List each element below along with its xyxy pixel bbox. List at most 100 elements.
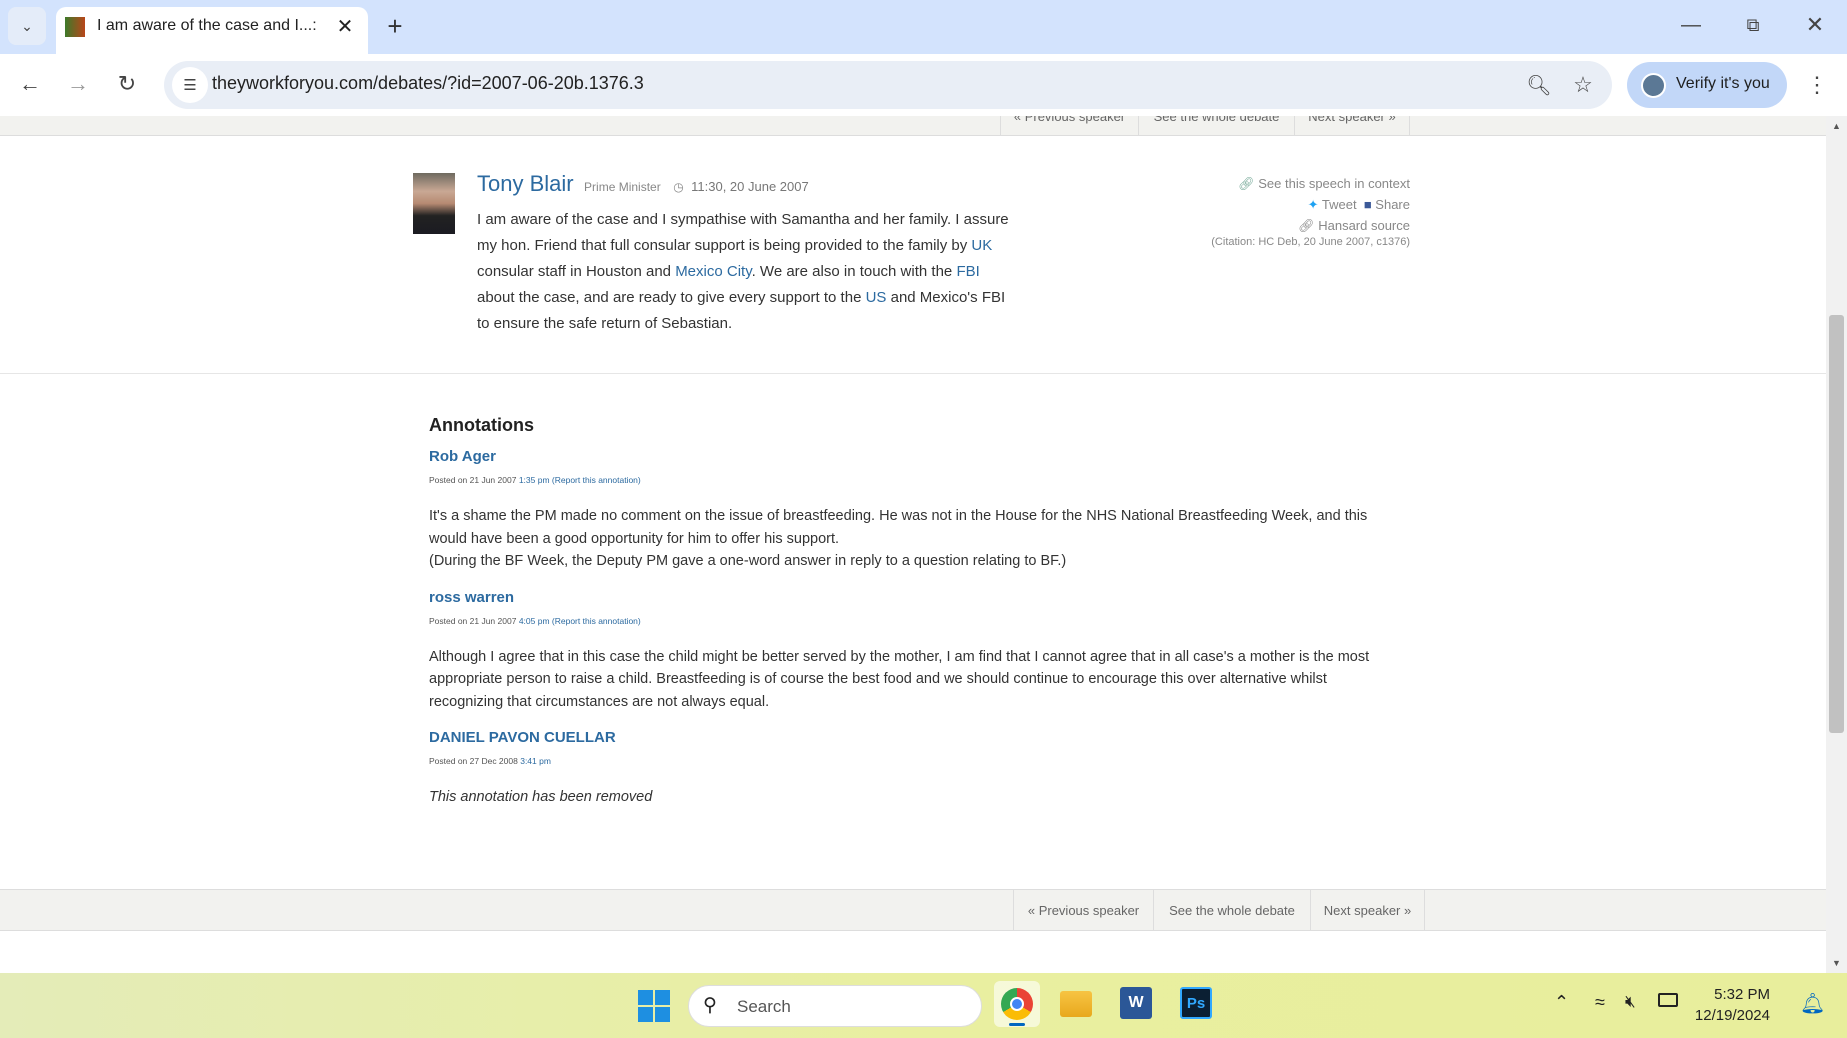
speaker-name-link[interactable]: Tony Blair — [477, 171, 574, 196]
chrome-taskbar-icon[interactable] — [994, 981, 1040, 1027]
next-speaker-link-top[interactable]: Next speaker » — [1294, 116, 1410, 135]
speech-actions: 🔗︎ See this speech in context ✦ Tweet ■ … — [1100, 173, 1410, 249]
verify-label: Verify it's you — [1676, 75, 1770, 92]
annotation-paragraph: This annotation has been removed — [429, 789, 653, 805]
show-hidden-icons-icon[interactable]: ⌃ — [1554, 992, 1569, 1013]
annotation-meta: Posted on 27 Dec 2008 3:41 pm — [429, 756, 1389, 766]
tweet-link[interactable]: Tweet — [1322, 197, 1357, 212]
wifi-icon[interactable]: ≈ — [1595, 992, 1605, 1013]
speech-text: I am aware of the case and I sympathise … — [477, 207, 1015, 337]
annotation-text: It's a shame the PM made no comment on t… — [429, 505, 1389, 573]
speaker-position: Prime Minister — [584, 180, 661, 194]
url-text[interactable]: theyworkforyou.com/debates/?id=2007-06-2… — [212, 73, 644, 94]
prev-speaker-link[interactable]: « Previous speaker — [1013, 890, 1153, 930]
taskbar-search[interactable]: ⚲ Search — [688, 985, 982, 1027]
speaker-photo[interactable] — [413, 173, 455, 234]
active-tab[interactable]: I am aware of the case and I...: 2 ✕ — [56, 7, 368, 54]
verify-button[interactable]: Verify it's you — [1627, 62, 1787, 108]
scroll-up-icon[interactable]: ▲ — [1832, 121, 1841, 131]
annotation-meta: Posted on 21 Jun 2007 1:35 pm (Report th… — [429, 475, 1389, 485]
facebook-icon: ■ — [1363, 197, 1372, 212]
profile-avatar-icon — [1641, 73, 1666, 98]
scrollbar-thumb[interactable] — [1829, 315, 1844, 733]
annotation-time-link[interactable]: 4:05 pm — [519, 616, 550, 626]
link-icon: 🔗︎ — [1238, 176, 1255, 191]
report-annotation-link[interactable]: (Report this annotation) — [552, 475, 641, 485]
zoom-icon[interactable]: 🔍︎ — [1523, 69, 1555, 101]
close-tab-icon[interactable]: ✕ — [332, 13, 358, 39]
notification-bell-icon[interactable]: 🔔︎ — [1800, 991, 1825, 1016]
battery-icon[interactable] — [1658, 993, 1678, 1007]
chain-icon: 🔗︎ — [1298, 218, 1315, 233]
annotation: Rob Ager Posted on 21 Jun 2007 1:35 pm (R… — [429, 448, 1389, 573]
clock[interactable]: 5:32 PM 12/19/2024 — [1690, 984, 1770, 1026]
menu-kebab-icon[interactable]: ⋮ — [1802, 69, 1832, 101]
clock-icon: ◷ — [673, 180, 684, 194]
site-settings-icon[interactable]: ☰ — [172, 67, 208, 103]
search-icon: ⚲ — [703, 995, 717, 1016]
annotation-author-link[interactable]: DANIEL PAVON CUELLAR — [429, 729, 1389, 746]
taskbar: ⚲ Search W Ps ⌃ ≈ 🔇︎ 5:32 PM 12/19/2024 … — [0, 973, 1847, 1038]
bookmark-star-icon[interactable]: ☆ — [1567, 69, 1599, 101]
divider — [0, 373, 1826, 374]
photoshop-icon[interactable]: Ps — [1180, 987, 1212, 1019]
speech-header: Tony Blair Prime Minister ◷ 11:30, 20 Ju… — [477, 171, 809, 197]
annotation-date: Posted on 21 Jun 2007 — [429, 475, 517, 485]
annotation-date: Posted on 27 Dec 2008 — [429, 756, 518, 766]
annotation-paragraph: Although I agree that in this case the c… — [429, 648, 1370, 710]
reload-icon[interactable]: ↻ — [111, 68, 143, 100]
speech-text-segment: about the case, and are ready to give ev… — [477, 289, 866, 306]
annotation-date: Posted on 21 Jun 2007 — [429, 615, 517, 626]
speech-text-segment: I am aware of the case and I sympathise … — [477, 211, 1009, 254]
share-link[interactable]: Share — [1375, 197, 1410, 212]
tab-search-chevron-icon[interactable]: ⌄ — [8, 7, 46, 45]
annotation-text: This annotation has been removed — [429, 786, 1389, 809]
scroll-down-icon[interactable]: ▼ — [1832, 958, 1841, 968]
next-speaker-link[interactable]: Next speaker » — [1310, 890, 1425, 930]
tab-strip: ⌄ I am aware of the case and I...: 2 ✕ +… — [0, 0, 1847, 54]
clock-date: 12/19/2024 — [1694, 1007, 1770, 1024]
annotation-time-link[interactable]: 3:41 pm — [520, 756, 551, 766]
whole-debate-link-top[interactable]: See the whole debate — [1138, 116, 1294, 135]
web-page: « Previous speaker See the whole debate … — [0, 116, 1826, 973]
clock-time: 5:32 PM — [1714, 986, 1770, 1003]
speech-text-segment: . We are also in touch with the — [751, 263, 957, 280]
restore-icon[interactable]: ⧉ — [1738, 10, 1768, 40]
forward-icon[interactable]: → — [62, 68, 94, 100]
back-icon[interactable]: ← — [14, 68, 46, 100]
speech-entity-link[interactable]: US — [866, 289, 887, 306]
search-placeholder: Search — [737, 997, 791, 1016]
bottom-speaker-nav: « Previous speaker See the whole debate … — [0, 889, 1826, 931]
whole-debate-link[interactable]: See the whole debate — [1153, 890, 1310, 930]
speech-entity-link[interactable]: UK — [971, 237, 992, 254]
top-speaker-nav: « Previous speaker See the whole debate … — [0, 116, 1826, 136]
speech-text-segment: consular staff in Houston and — [477, 263, 676, 280]
close-window-icon[interactable]: ✕ — [1800, 10, 1830, 40]
citation: (Citation: HC Deb, 20 June 2007, c1376) — [1211, 236, 1410, 248]
minimize-icon[interactable]: — — [1676, 10, 1706, 40]
annotation: ross warren Posted on 21 Jun 2007 4:05 pm… — [429, 589, 1389, 714]
prev-speaker-link-top[interactable]: « Previous speaker — [1000, 116, 1138, 135]
windows-start-icon[interactable] — [638, 990, 670, 1022]
annotation-meta: Posted on 21 Jun 2007 4:05 pm (Report th… — [429, 616, 1389, 626]
speech-context-link[interactable]: See this speech in context — [1258, 176, 1410, 191]
annotation-author-link[interactable]: Rob Ager — [429, 448, 1389, 465]
speech-time-link[interactable]: 11:30, 20 June 2007 — [691, 179, 809, 194]
speech-entity-link[interactable]: FBI — [956, 263, 979, 280]
favicon-icon — [65, 17, 85, 37]
annotation-author-link[interactable]: ross warren — [429, 589, 1389, 606]
speech-entity-link[interactable]: Mexico City — [675, 263, 751, 280]
new-tab-icon[interactable]: + — [380, 11, 410, 41]
annotations-heading: Annotations — [429, 415, 534, 435]
annotations-section: Annotations Rob Ager Posted on 21 Jun 200… — [429, 415, 1389, 825]
address-bar[interactable]: ☰ theyworkforyou.com/debates/?id=2007-06… — [164, 61, 1612, 109]
annotation-paragraph: It's a shame the PM made no comment on t… — [429, 508, 1368, 547]
report-annotation-link[interactable]: (Report this annotation) — [552, 616, 641, 626]
hansard-source-link[interactable]: Hansard source — [1318, 218, 1410, 233]
file-explorer-icon[interactable] — [1060, 991, 1092, 1017]
annotation-text: Although I agree that in this case the c… — [429, 646, 1389, 714]
volume-muted-icon[interactable]: 🔇︎ — [1625, 992, 1636, 1012]
annotation-time-link[interactable]: 1:35 pm — [519, 475, 550, 485]
annotation: DANIEL PAVON CUELLAR Posted on 27 Dec 200… — [429, 729, 1389, 809]
word-icon[interactable]: W — [1120, 987, 1152, 1019]
